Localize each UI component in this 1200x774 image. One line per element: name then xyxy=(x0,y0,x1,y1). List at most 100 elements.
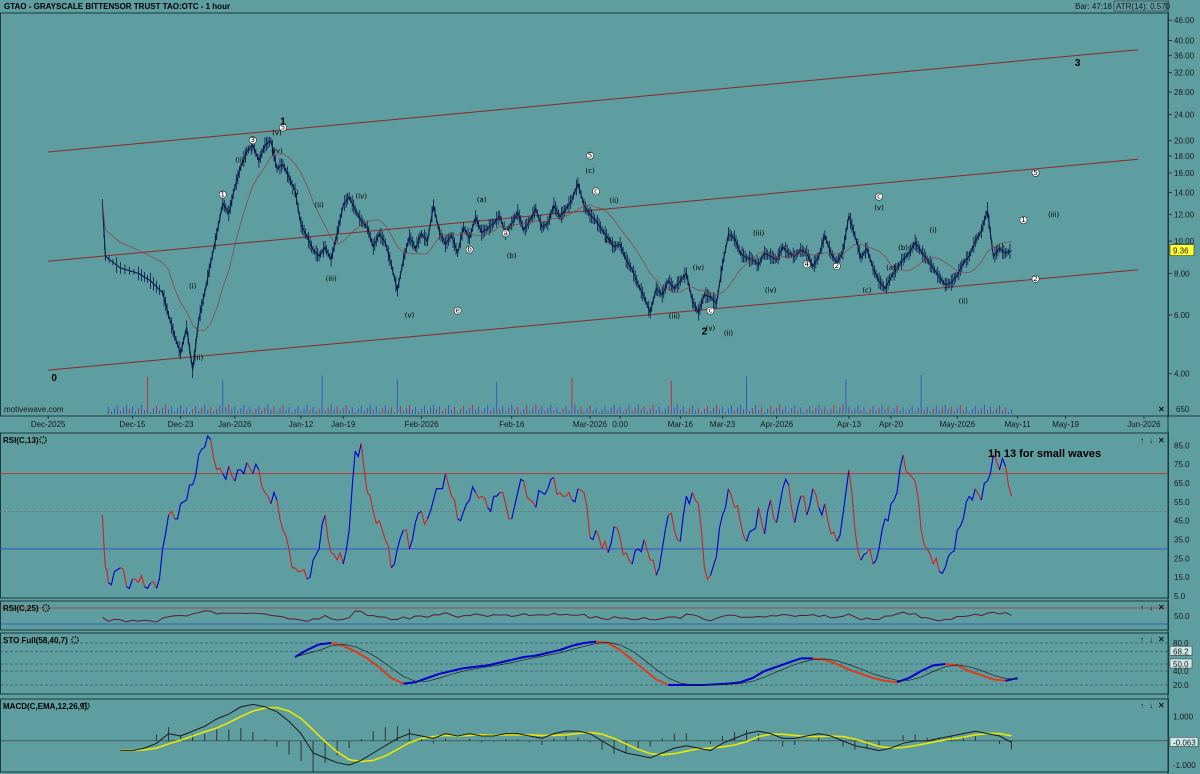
sto-k-segment xyxy=(463,665,476,670)
wave-marker-text: b xyxy=(467,246,472,254)
wave-label-minor: (v) xyxy=(874,204,884,212)
wave-label-minor: (i) xyxy=(929,227,937,235)
time-tick-label: 0:00 xyxy=(612,420,628,429)
macd-tick-label: -0.063 xyxy=(1173,738,1196,747)
time-tick-label: Mar-2026 xyxy=(573,420,608,429)
price-tick-label: 6.00 xyxy=(1174,311,1190,320)
sto-k-segment xyxy=(884,679,898,684)
time-tick-label: Feb-16 xyxy=(499,420,525,429)
sto-k-segment xyxy=(993,678,1006,682)
time-tick-label: May-19 xyxy=(1052,420,1079,429)
wave-marker-text: 3 xyxy=(251,136,255,144)
rsi25-move-down-icon[interactable]: ↓ xyxy=(1149,603,1153,612)
rsi25-move-up-icon[interactable]: ↑ xyxy=(1140,603,1144,612)
wave-label-major: 3 xyxy=(1075,58,1081,69)
rsi13-tick-label: 15.0 xyxy=(1174,573,1190,582)
wave-label-minor: (i) xyxy=(604,237,612,245)
sto-tick-label: 40.0 xyxy=(1173,667,1189,676)
macd-tick-label: -1.000 xyxy=(1173,761,1196,770)
sto-close-icon[interactable]: ✕ xyxy=(1158,635,1165,644)
wave-label-minor: (a) xyxy=(477,196,487,204)
time-tick-label: Apr-20 xyxy=(879,420,904,429)
wave-label-minor: (ii) xyxy=(724,330,734,338)
wave-label-minor: (i) xyxy=(189,283,197,291)
watermark: motivewave.com xyxy=(4,405,64,414)
last-price-label: 9.36 xyxy=(1173,247,1189,256)
wave-label-minor: (ii) xyxy=(609,197,619,205)
macd-close-icon[interactable]: ✕ xyxy=(1158,701,1165,710)
sto-k-segment xyxy=(933,663,946,667)
sto-k-segment xyxy=(523,654,536,658)
time-tick-label: Mar-23 xyxy=(710,420,736,429)
rsi13-tick-label: 65.0 xyxy=(1174,479,1190,488)
wave-label-minor: (i) xyxy=(291,188,299,196)
wave-marker-text: c xyxy=(877,193,881,201)
chart-title: GTAO - GRAYSCALE BITTENSOR TRUST TAO:OTC… xyxy=(4,2,230,11)
price-tick-label: 12.00 xyxy=(1174,211,1195,220)
sto-title: STO Full(58,40,7) xyxy=(3,636,68,645)
price-close-icon[interactable]: ✕ xyxy=(1158,405,1165,414)
time-tick-label: Apr-2026 xyxy=(760,420,793,429)
price-tick-label: 28.00 xyxy=(1174,88,1195,97)
wave-label-minor: (ii) xyxy=(959,297,969,305)
chart-canvas: GTAO - GRAYSCALE BITTENSOR TRUST TAO:OTC… xyxy=(0,0,1200,774)
macd-title: MACD(C,EMA,12,26,9) xyxy=(3,702,87,711)
rsi-annotation: 1h 13 for small waves xyxy=(988,448,1101,460)
wave-label-minor: (v) xyxy=(405,311,415,319)
price-tick-label: 18.00 xyxy=(1174,152,1195,161)
chart-background xyxy=(0,0,1200,774)
sto-k-segment xyxy=(318,642,332,646)
wave-label-minor: (iii) xyxy=(235,157,247,165)
wave-marker-text: c xyxy=(594,187,598,195)
price-tick-label: 4.00 xyxy=(1174,370,1190,379)
rsi13-tick-label: 35.0 xyxy=(1174,536,1190,545)
macd-move-up-icon[interactable]: ↑ xyxy=(1140,701,1144,710)
rsi13-close-icon[interactable]: ✕ xyxy=(1158,436,1165,445)
wave-marker-text: 2 xyxy=(1033,275,1037,283)
wave-label-minor: (a) xyxy=(886,264,896,272)
rsi13-tick-label: 5.0 xyxy=(1174,592,1186,601)
wave-label-minor: (iii) xyxy=(325,275,337,283)
bar-info-box: Bar: 47:18 ATR(14): 0.570 xyxy=(1075,0,1171,12)
wave-label-minor: (b) xyxy=(507,252,517,260)
sto-k-segment xyxy=(583,640,597,644)
volume-scale-label: 650 xyxy=(1176,405,1190,414)
wave-marker-text: e xyxy=(455,307,459,315)
wave-label-minor: (v) xyxy=(706,324,716,332)
wave-marker-text: 2 xyxy=(835,262,839,270)
time-tick-label: Dec-23 xyxy=(168,420,194,429)
wave-label-minor: (iv) xyxy=(355,193,367,201)
wave-label-minor: (iv) xyxy=(271,147,283,155)
price-tick-label: 20.00 xyxy=(1174,137,1195,146)
wave-label-minor: (iv) xyxy=(693,264,705,272)
macd-move-down-icon[interactable]: ↓ xyxy=(1149,701,1153,710)
sto-move-up-icon[interactable]: ↑ xyxy=(1140,635,1144,644)
wave-marker-text: 5 xyxy=(1033,169,1037,177)
rsi25-tick-label: 50.0 xyxy=(1174,612,1190,621)
rsi13-move-up-icon[interactable]: ↑ xyxy=(1140,436,1144,445)
time-tick-label: Dec-2025 xyxy=(31,420,66,429)
time-tick-label: Jan-12 xyxy=(289,420,314,429)
time-tick-label: Jan-19 xyxy=(331,420,356,429)
time-tick-label: Apr-13 xyxy=(837,420,862,429)
rsi13-move-down-icon[interactable]: ↓ xyxy=(1149,436,1153,445)
wave-label-minor: (b) xyxy=(898,244,908,252)
sto-move-down-icon[interactable]: ↓ xyxy=(1149,635,1153,644)
rsi25-close-icon[interactable]: ✕ xyxy=(1158,603,1165,612)
sto-tick-label: 20.0 xyxy=(1173,681,1189,690)
wave-label-minor: (iii) xyxy=(1048,211,1060,219)
time-tick-label: Mar-16 xyxy=(668,420,694,429)
time-tick-label: May-11 xyxy=(1004,420,1031,429)
wave-label-minor: (c) xyxy=(585,167,595,175)
sto-k-segment xyxy=(475,664,488,668)
time-tick-label: Jun-2026 xyxy=(1127,420,1161,429)
sto-k-segment xyxy=(403,681,416,685)
rsi13-tick-label: 45.0 xyxy=(1174,517,1190,526)
wave-label-minor: (c) xyxy=(862,287,872,295)
rsi13-tick-label: 75.0 xyxy=(1174,460,1190,469)
rsi13-tick-label: 55.0 xyxy=(1174,498,1190,507)
price-tick-label: 16.00 xyxy=(1174,169,1195,178)
macd-controls: ↑ ↓ ✕ xyxy=(1140,701,1165,710)
wave-marker-text: a xyxy=(504,229,508,237)
wave-label-minor: (iii) xyxy=(669,313,681,321)
